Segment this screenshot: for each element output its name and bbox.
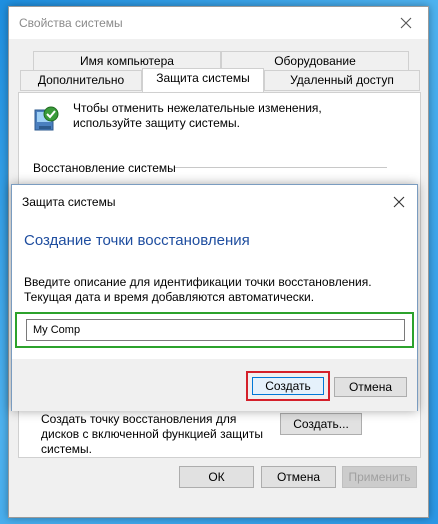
modal-body: Создание точки восстановления Введите оп… xyxy=(12,219,417,359)
section-divider xyxy=(175,167,387,168)
close-icon xyxy=(400,17,412,29)
titlebar: Свойства системы xyxy=(9,7,428,39)
restore-point-name-input[interactable]: My Comp xyxy=(26,319,405,341)
modal-title: Защита системы xyxy=(22,195,116,209)
close-icon xyxy=(393,196,405,208)
create-restore-point-dialog: Защита системы Создание точки восстановл… xyxy=(11,184,418,411)
modal-footer: Создать Отмена xyxy=(12,359,417,411)
create-restore-point-button[interactable]: Создать... xyxy=(280,413,362,435)
tab-remote[interactable]: Удаленный доступ xyxy=(264,70,420,91)
modal-heading: Создание точки восстановления xyxy=(24,232,250,249)
info-text: Чтобы отменить нежелательные изменения, … xyxy=(73,101,322,130)
create-button-highlight: Создать xyxy=(246,371,330,401)
ok-button[interactable]: ОК xyxy=(179,466,254,488)
cancel-button[interactable]: Отмена xyxy=(261,466,336,488)
tab-system-protection[interactable]: Защита системы xyxy=(142,68,264,92)
apply-button: Применить xyxy=(342,466,417,488)
modal-titlebar: Защита системы xyxy=(12,185,417,219)
window-title: Свойства системы xyxy=(19,16,123,30)
modal-cancel-button[interactable]: Отмена xyxy=(334,377,407,397)
system-protection-icon xyxy=(34,106,59,131)
modal-description: Введите описание для идентификации точки… xyxy=(24,275,372,304)
create-button[interactable]: Создать xyxy=(252,377,324,395)
close-button[interactable] xyxy=(384,7,428,39)
create-restore-point-description: Создать точку восстановления для дисков … xyxy=(41,412,263,456)
restore-section-label: Восстановление системы xyxy=(33,161,176,175)
tab-advanced[interactable]: Дополнительно xyxy=(20,70,142,91)
input-highlight: My Comp xyxy=(15,312,414,348)
modal-close-button[interactable] xyxy=(381,185,417,219)
